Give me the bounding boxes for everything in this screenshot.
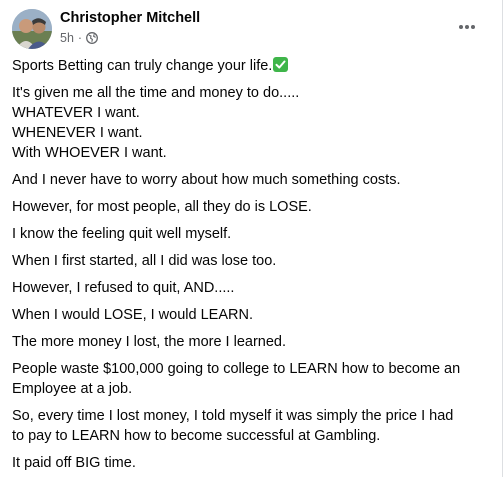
post-line: I know the feeling quit well myself. <box>12 226 232 242</box>
post-line: The more money I lost, the more I learne… <box>12 334 287 350</box>
post-paragraph: The more money I lost, the more I learne… <box>12 332 490 352</box>
post-line: People waste $100,000 going to college t… <box>12 361 461 377</box>
avatar[interactable] <box>12 9 52 49</box>
post-line: It's given me all the time and money to … <box>12 85 300 101</box>
post-paragraph: However, for most people, all they do is… <box>12 197 490 217</box>
author-name[interactable]: Christopher Mitchell <box>60 10 200 26</box>
post-line: However, I refused to quit, AND..... <box>12 280 235 296</box>
post-line: to pay to LEARN how to become successful… <box>12 428 381 444</box>
post-line: When I first started, all I did was lose… <box>12 253 277 269</box>
post-line: So, every time I lost money, I told myse… <box>12 408 454 424</box>
post-line: Employee at a job. <box>12 381 133 397</box>
more-options-icon[interactable] <box>456 16 478 38</box>
post-card: Christopher Mitchell 5h · Sports Betting… <box>0 0 503 477</box>
check-mark-icon <box>273 57 289 72</box>
post-line: Sports Betting can truly change your lif… <box>12 58 273 74</box>
post-paragraph: I know the feeling quit well myself. <box>12 224 490 244</box>
post-meta: 5h · <box>60 31 99 45</box>
post-text: Sports Betting can truly change your lif… <box>12 56 490 480</box>
post-paragraph: It paid off BIG time. <box>12 453 490 473</box>
post-line: WHENEVER I want. <box>12 125 143 141</box>
post-line: And I never have to worry about how much… <box>12 172 401 188</box>
meta-separator: · <box>77 31 83 45</box>
post-line: With WHOEVER I want. <box>12 145 167 161</box>
post-paragraph: And I never have to worry about how much… <box>12 170 490 190</box>
post-paragraph: However, I refused to quit, AND..... <box>12 278 490 298</box>
post-paragraph: When I first started, all I did was lose… <box>12 251 490 271</box>
post-paragraph: Sports Betting can truly change your lif… <box>12 56 490 76</box>
post-time[interactable]: 5h <box>60 31 74 45</box>
globe-icon[interactable] <box>86 32 99 44</box>
post-line: WHATEVER I want. <box>12 105 140 121</box>
post-line: It paid off BIG time. <box>12 455 136 471</box>
post-paragraph: When I would LOSE, I would LEARN. <box>12 305 490 325</box>
post-paragraph: So, every time I lost money, I told myse… <box>12 406 490 446</box>
post-paragraph: People waste $100,000 going to college t… <box>12 359 490 399</box>
post-line: When I would LOSE, I would LEARN. <box>12 307 253 323</box>
post-paragraph: It's given me all the time and money to … <box>12 83 490 163</box>
post-line: However, for most people, all they do is… <box>12 199 312 215</box>
